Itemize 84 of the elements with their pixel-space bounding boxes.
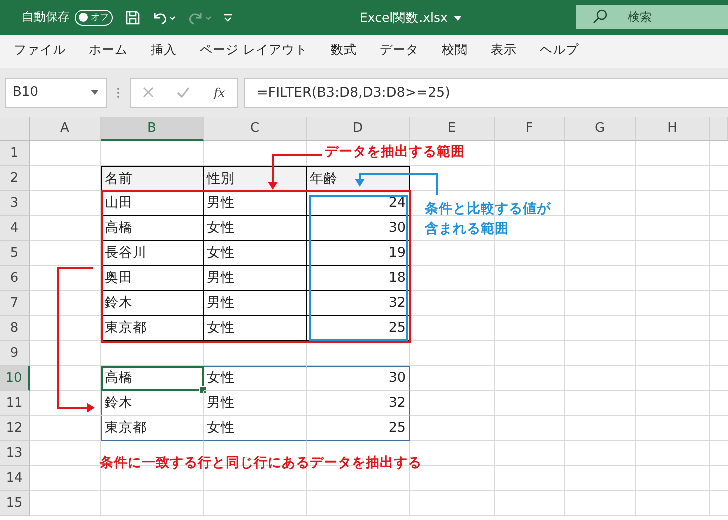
drag-handle-icon[interactable] bbox=[117, 86, 120, 98]
cancel-icon[interactable] bbox=[142, 87, 154, 98]
table-cell[interactable]: 女性 bbox=[204, 216, 307, 241]
ribbon-tab[interactable]: 表示 bbox=[482, 36, 525, 67]
fill-handle[interactable] bbox=[199, 386, 207, 394]
column-header[interactable]: D bbox=[307, 117, 410, 141]
table-cell[interactable]: 女性 bbox=[204, 416, 307, 441]
name-box[interactable]: B10 bbox=[5, 78, 107, 108]
column-header[interactable]: C bbox=[204, 117, 307, 141]
row-header[interactable]: 15 bbox=[0, 491, 30, 516]
table-cell[interactable]: 高橋 bbox=[101, 216, 204, 241]
row-header[interactable]: 3 bbox=[0, 191, 30, 216]
table-cell[interactable]: 女性 bbox=[204, 366, 307, 391]
search-icon bbox=[592, 9, 608, 25]
table-cell[interactable]: 女性 bbox=[204, 316, 307, 341]
row-header[interactable]: 1 bbox=[0, 141, 30, 166]
table-cell[interactable]: 32 bbox=[307, 391, 410, 416]
table-cell[interactable]: 奥田 bbox=[101, 266, 204, 291]
table-cell[interactable]: 性別 bbox=[204, 166, 307, 191]
save-icon bbox=[125, 10, 141, 26]
check-icon[interactable] bbox=[177, 87, 190, 98]
annotation-text: データを抽出する範囲 bbox=[325, 143, 465, 161]
ribbon-tab[interactable]: 数式 bbox=[322, 36, 365, 67]
autosave-label: 自動保存 bbox=[22, 9, 70, 26]
ribbon-tab[interactable]: ページ レイアウト bbox=[192, 36, 316, 67]
table-cell[interactable]: 東京都 bbox=[101, 316, 204, 341]
ribbon-tab[interactable]: データ bbox=[372, 36, 427, 67]
ribbon-tab[interactable]: 校閲 bbox=[434, 36, 476, 67]
table-cell[interactable]: 19 bbox=[307, 241, 410, 266]
column-header[interactable]: F bbox=[495, 117, 565, 141]
column-header[interactable]: A bbox=[30, 117, 101, 141]
table-cell[interactable]: 18 bbox=[307, 266, 410, 291]
column-header[interactable]: E bbox=[410, 117, 495, 141]
row-header[interactable]: 4 bbox=[0, 216, 30, 241]
row-header[interactable]: 10 bbox=[0, 366, 30, 391]
ribbon-tab[interactable]: 挿入 bbox=[143, 36, 185, 67]
ribbon-tab[interactable]: ホーム bbox=[81, 36, 136, 67]
row-header[interactable]: 11 bbox=[0, 391, 30, 416]
table-cell[interactable]: 25 bbox=[307, 316, 410, 341]
autosave-toggle[interactable]: オフ bbox=[75, 10, 113, 26]
row-header[interactable]: 7 bbox=[0, 291, 30, 316]
table-cell[interactable]: 高橋 bbox=[101, 366, 204, 391]
table-cell[interactable]: 鈴木 bbox=[101, 391, 204, 416]
annotation-text: 条件に一致する行と同じ行にあるデータを抽出する bbox=[100, 454, 422, 472]
insert-function-button[interactable]: fx bbox=[214, 86, 226, 100]
formula-field[interactable]: =FILTER(B3:D8,D3:D8>=25) bbox=[244, 78, 728, 108]
table-cell[interactable]: 男性 bbox=[204, 266, 307, 291]
caret-icon[interactable] bbox=[454, 16, 462, 21]
row-header[interactable]: 9 bbox=[0, 341, 30, 366]
ribbon-tab[interactable]: ヘルプ bbox=[532, 36, 587, 67]
table-cell[interactable]: 鈴木 bbox=[101, 291, 204, 316]
table-cell[interactable]: 30 bbox=[307, 216, 410, 241]
table-cell[interactable]: 25 bbox=[307, 416, 410, 441]
column-header[interactable]: G bbox=[565, 117, 636, 141]
table-cell[interactable]: 男性 bbox=[204, 391, 307, 416]
file-name: Excel関数.xlsx bbox=[360, 10, 448, 27]
row-header[interactable]: 8 bbox=[0, 316, 30, 341]
table-cell[interactable]: 長谷川 bbox=[101, 241, 204, 266]
row-header[interactable]: 13 bbox=[0, 441, 30, 466]
table-cell[interactable]: 東京都 bbox=[101, 416, 204, 441]
table-cell[interactable]: 男性 bbox=[204, 291, 307, 316]
customize-icon bbox=[223, 12, 233, 22]
table-cell[interactable]: 名前 bbox=[101, 166, 204, 191]
table-cell[interactable]: 32 bbox=[307, 291, 410, 316]
table-cell[interactable]: 山田 bbox=[101, 191, 204, 216]
table-cell[interactable]: 30 bbox=[307, 366, 410, 391]
row-header[interactable]: 2 bbox=[0, 166, 30, 191]
row-header[interactable]: 12 bbox=[0, 416, 30, 441]
ribbon-tab[interactable]: ファイル bbox=[6, 36, 74, 67]
search-field[interactable]: 検索 bbox=[576, 5, 728, 29]
table-cell[interactable]: 女性 bbox=[204, 241, 307, 266]
leader-arrow bbox=[268, 154, 322, 190]
column-header[interactable]: B bbox=[101, 117, 204, 141]
table-cell[interactable]: 24 bbox=[307, 191, 410, 216]
dropdown-icon bbox=[91, 90, 99, 95]
row-header[interactable]: 14 bbox=[0, 466, 30, 491]
column-header[interactable] bbox=[710, 117, 728, 141]
table-cell[interactable]: 男性 bbox=[204, 191, 307, 216]
annotation-text: 条件と比較する値が含まれる範囲 bbox=[425, 200, 552, 239]
table-cell[interactable]: 年齢 bbox=[307, 166, 410, 191]
row-header[interactable]: 5 bbox=[0, 241, 30, 266]
row-header[interactable]: 6 bbox=[0, 266, 30, 291]
select-all-button[interactable] bbox=[0, 117, 30, 141]
column-header[interactable]: H bbox=[636, 117, 710, 141]
